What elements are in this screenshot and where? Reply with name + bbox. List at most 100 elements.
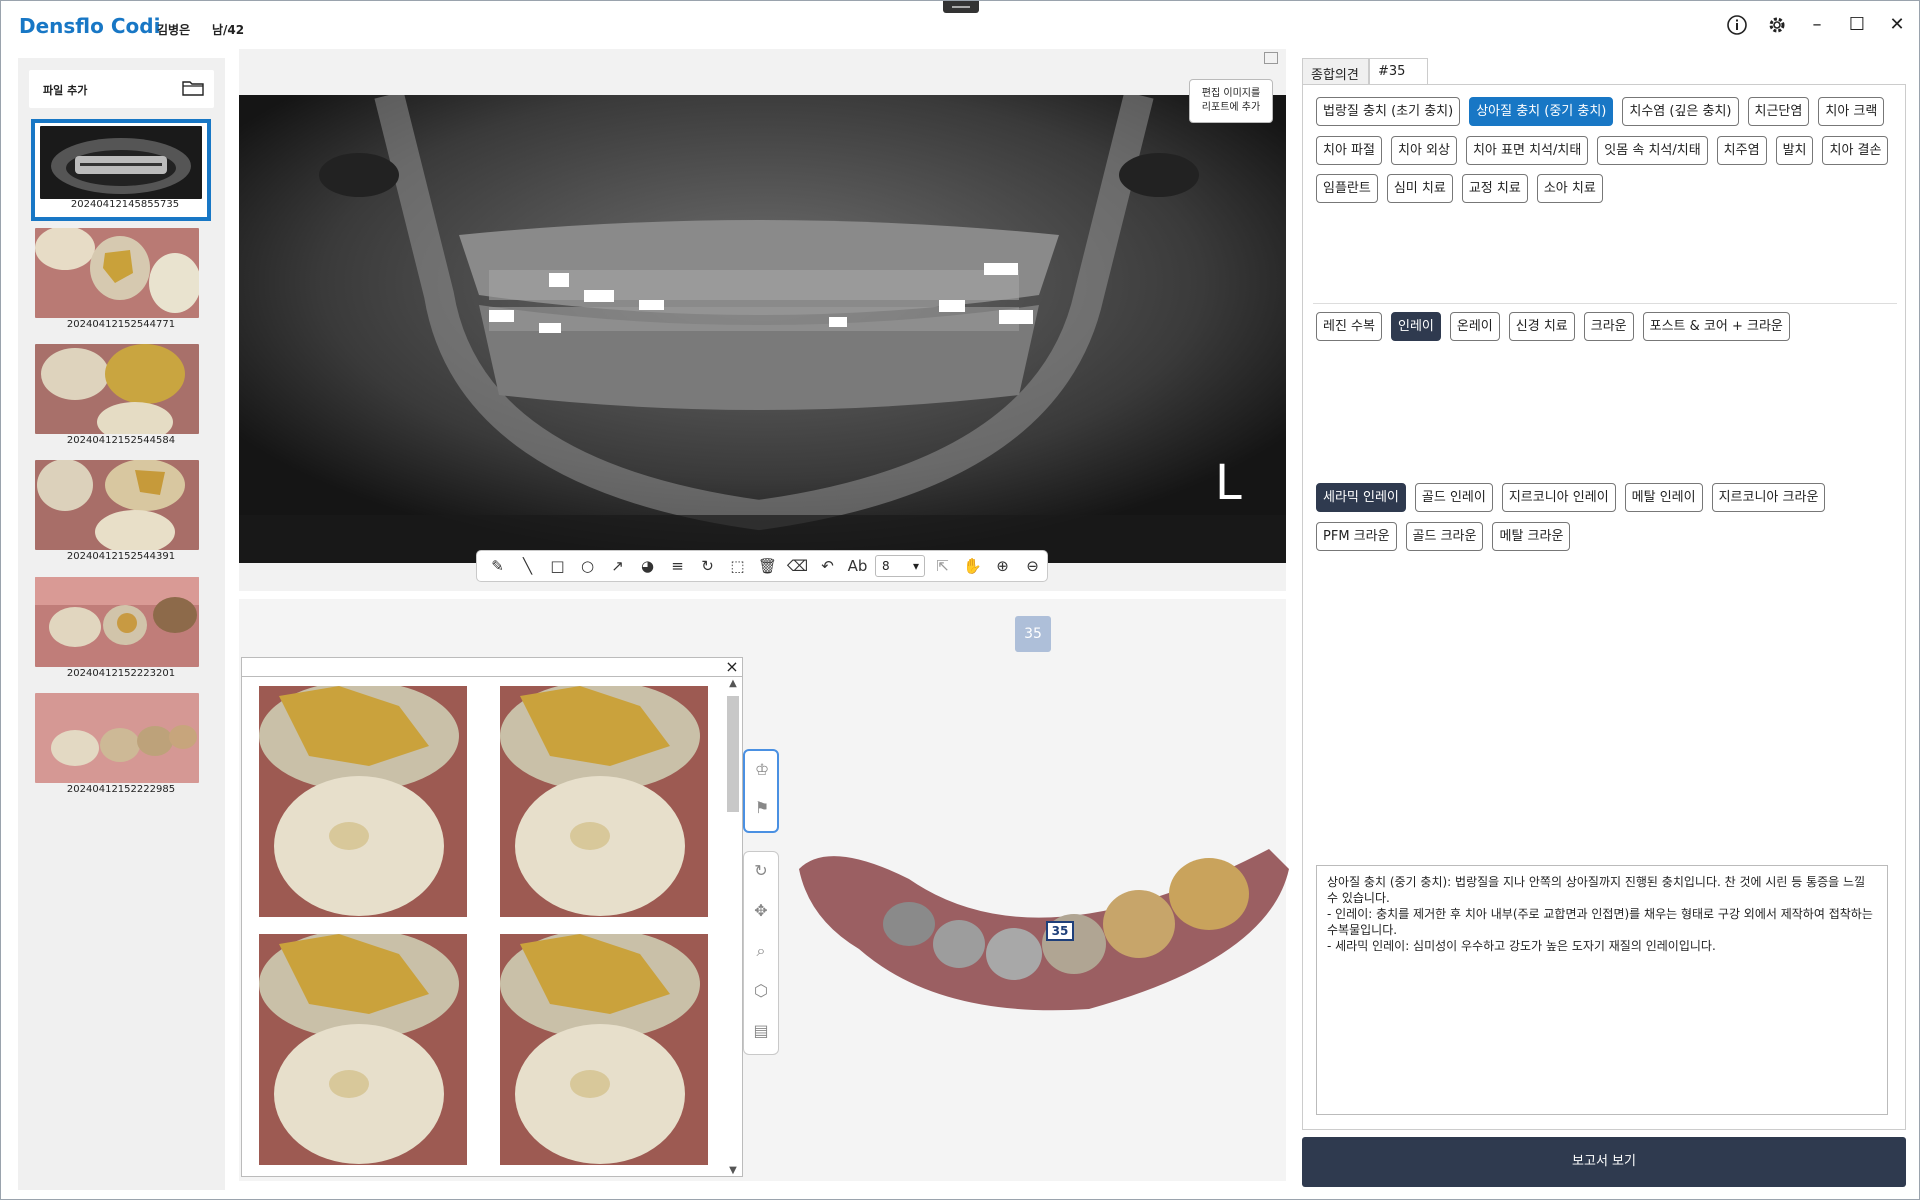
tab-overall-opinion[interactable]: 종합의견: [1302, 58, 1369, 85]
chip-diagnosis-selected[interactable]: 상아질 충치 (중기 충치): [1469, 97, 1614, 126]
info-icon[interactable]: [1723, 11, 1751, 39]
photo-thumbnail: [35, 228, 199, 318]
intraoral-photo[interactable]: [500, 686, 708, 917]
file-thumb-0[interactable]: 20240412145855735: [31, 119, 211, 221]
file-label: 20240412152544771: [66, 319, 176, 330]
chip-diagnosis[interactable]: 발치: [1775, 136, 1814, 165]
arrow-icon[interactable]: ↗: [605, 554, 630, 579]
chip-diagnosis[interactable]: 치주염: [1716, 136, 1767, 165]
intraoral-photo[interactable]: [259, 686, 467, 917]
eraser-icon[interactable]: ⌫: [785, 554, 810, 579]
xray-thumbnail: [40, 126, 202, 199]
close-icon[interactable]: ×: [724, 659, 740, 675]
chip-diagnosis[interactable]: 잇몸 속 치석/치태: [1597, 136, 1708, 165]
undo-icon[interactable]: ↶: [815, 554, 840, 579]
circle-icon[interactable]: ○: [575, 554, 600, 579]
rotate-icon[interactable]: ↻: [748, 858, 774, 884]
view-report-button[interactable]: 보고서 보기: [1302, 1137, 1906, 1187]
scroll-down-icon[interactable]: ▼: [725, 1165, 741, 1176]
scan-tooth-marker[interactable]: 35: [1046, 921, 1074, 941]
file-thumb-4[interactable]: 20240412152223201: [31, 575, 211, 679]
chip-treatment-selected[interactable]: 인레이: [1390, 312, 1441, 341]
tooth-icon[interactable]: ♔: [749, 757, 775, 783]
notes-line: 상아질 충치 (중기 충치): 법랑질을 지나 안쪽의 상아질까지 진행된 충치…: [1327, 875, 1869, 905]
file-label: 20240412152544584: [66, 435, 176, 446]
add-file-button[interactable]: 파일 추가: [29, 70, 214, 108]
intraoral-photo[interactable]: [500, 934, 708, 1165]
chip-diagnosis[interactable]: 소아 치료: [1536, 174, 1603, 203]
chip-diagnosis[interactable]: 치근단염: [1747, 97, 1810, 126]
chip-material[interactable]: 메탈 크라운: [1492, 522, 1571, 551]
minimize-button[interactable]: –: [1803, 11, 1831, 39]
layout-icon[interactable]: ▤: [748, 1018, 774, 1044]
trash-icon[interactable]: 🗑: [755, 554, 780, 579]
line-icon[interactable]: ╲: [515, 554, 540, 579]
drag-grip[interactable]: [943, 1, 979, 13]
hand-pan-icon[interactable]: ✋: [960, 554, 985, 579]
select-erase-icon[interactable]: ⬚: [725, 554, 750, 579]
chip-treatment[interactable]: 레진 수복: [1316, 312, 1382, 341]
notes-textarea[interactable]: 상아질 충치 (중기 충치): 법랑질을 지나 안쪽의 상아질까지 진행된 충치…: [1316, 865, 1888, 1115]
file-thumb-2[interactable]: 20240412152544584: [31, 342, 211, 446]
chip-diagnosis[interactable]: 치아 표면 치석/치태: [1465, 136, 1589, 165]
chip-diagnosis[interactable]: 치아 결손: [1822, 136, 1889, 165]
zoom-in-icon[interactable]: ⊕: [990, 554, 1015, 579]
panel-toggle-icon[interactable]: [1264, 52, 1278, 64]
panoramic-xray-canvas[interactable]: L: [239, 95, 1286, 563]
tab-tooth-35[interactable]: #35: [1369, 58, 1428, 85]
annotation-toolbar: ✎ ╲ □ ○ ↗ ◕ ≡ ↻ ⬚ 🗑 ⌫ ↶ Ab 8 ⇱ ✋ ⊕ ⊖: [476, 550, 1048, 582]
chip-material[interactable]: PFM 크라운: [1316, 522, 1397, 551]
chip-diagnosis[interactable]: 법랑질 충치 (초기 충치): [1316, 97, 1461, 126]
scroll-thumb[interactable]: [727, 696, 739, 812]
close-button[interactable]: ✕: [1883, 11, 1911, 39]
scroll-up-icon[interactable]: ▲: [725, 678, 741, 689]
chip-treatment[interactable]: 온레이: [1449, 312, 1500, 341]
add-edited-line1: 편집 이미지를: [1201, 88, 1261, 99]
palette-icon[interactable]: ◕: [635, 554, 660, 579]
chip-material[interactable]: 골드 인레이: [1414, 483, 1493, 512]
chip-treatment[interactable]: 신경 치료: [1508, 312, 1575, 341]
chip-material-selected[interactable]: 세라믹 인레이: [1316, 483, 1406, 512]
diagnosis-row-1: 법랑질 충치 (초기 충치) 상아질 충치 (중기 충치) 치수염 (깊은 충치…: [1316, 97, 1885, 126]
rectangle-icon[interactable]: □: [545, 554, 570, 579]
chip-diagnosis[interactable]: 치아 외상: [1390, 136, 1457, 165]
file-label: 20240412145855735: [70, 199, 180, 210]
tooth-number-badge[interactable]: 35: [1015, 616, 1051, 652]
gear-icon[interactable]: [1763, 11, 1791, 39]
chip-diagnosis[interactable]: 치아 크랙: [1818, 97, 1885, 126]
photo-scrollbar[interactable]: ▲ ▼: [725, 678, 741, 1176]
maximize-button[interactable]: ☐: [1843, 11, 1871, 39]
chip-diagnosis[interactable]: 치아 파절: [1316, 136, 1382, 165]
rotate-icon[interactable]: ↻: [695, 554, 720, 579]
chip-material[interactable]: 골드 크라운: [1405, 522, 1484, 551]
brush-size-select[interactable]: 8: [875, 555, 925, 577]
chip-material[interactable]: 지르코니아 크라운: [1711, 483, 1826, 512]
add-edited-image-button[interactable]: 편집 이미지를 리포트에 추가: [1189, 79, 1273, 123]
text-icon[interactable]: Ab: [845, 554, 870, 579]
chip-diagnosis[interactable]: 임플란트: [1316, 174, 1378, 203]
file-thumb-3[interactable]: 20240412152544391: [31, 458, 211, 562]
chip-diagnosis[interactable]: 치수염 (깊은 충치): [1622, 97, 1739, 126]
chip-material[interactable]: 지르코니아 인레이: [1501, 483, 1616, 512]
file-thumb-5[interactable]: 20240412152222985: [31, 691, 211, 795]
pointer-icon[interactable]: ⇱: [930, 554, 955, 579]
file-thumb-1[interactable]: 20240412152544771: [31, 226, 211, 330]
chip-treatment[interactable]: 크라운: [1583, 312, 1634, 341]
pen-icon[interactable]: ✎: [485, 554, 510, 579]
photo-viewer-popup: × ▲ ▼: [241, 657, 743, 1177]
3d-intraoral-scan[interactable]: [789, 829, 1289, 1029]
chip-treatment[interactable]: 포스트 & 코어 + 크라운: [1642, 312, 1790, 341]
line-weight-icon[interactable]: ≡: [665, 554, 690, 579]
zoom-out-icon[interactable]: ⊖: [1020, 554, 1045, 579]
intraoral-photo[interactable]: [259, 934, 467, 1165]
3d-view-icon[interactable]: ⬡: [748, 978, 774, 1004]
chip-diagnosis[interactable]: 심미 치료: [1386, 174, 1453, 203]
zoom-search-icon[interactable]: ⌕: [748, 938, 774, 964]
move-icon[interactable]: ✥: [748, 898, 774, 924]
title-bar: Densflo Codi 김병은 남/42 – ☐ ✕: [1, 1, 1919, 49]
patient-info: 남/42: [212, 23, 245, 37]
chip-material[interactable]: 메탈 인레이: [1624, 483, 1703, 512]
flag-icon[interactable]: ⚑: [749, 795, 775, 821]
chip-diagnosis[interactable]: 교정 치료: [1461, 174, 1528, 203]
diagnosis-panel: 종합의견 #35 법랑질 충치 (초기 충치) 상아질 충치 (중기 충치) 치…: [1302, 58, 1906, 1130]
